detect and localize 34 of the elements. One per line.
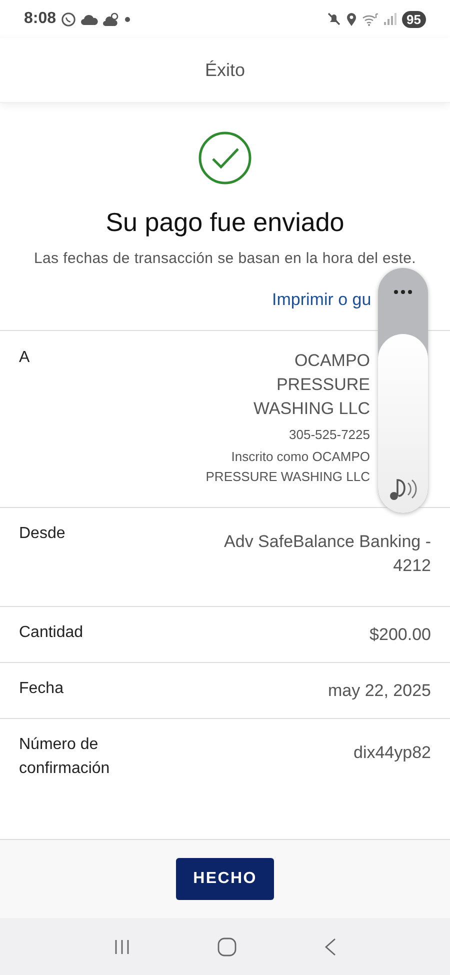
recipient-phone: 305-525-7225 (289, 426, 370, 444)
enrolled-name: Inscrito como OCAMPO PRESSURE WASHING LLC (204, 448, 370, 486)
chat-icon (61, 12, 76, 26)
time-zone-note: Las fechas de transacción se basan en la hora del este. (32, 249, 418, 269)
clock: 8:08 (24, 10, 56, 28)
recipient-name: OCAMPO PRESSURE WASHING LLC (252, 350, 370, 420)
cloud-icon (81, 14, 98, 24)
home-icon[interactable] (217, 936, 237, 956)
dot-icon (125, 16, 130, 22)
field-label: Fecha (19, 679, 64, 699)
field-label: Número de confirmación (19, 735, 111, 779)
confirmation-title: Su pago fue enviado (106, 207, 344, 238)
page-title: Éxito (204, 60, 246, 80)
field-label: Desde (19, 524, 66, 544)
field-value: $200.00 (370, 624, 431, 646)
wifi-icon (362, 12, 379, 26)
print-or-save-link[interactable]: Imprimir o gu (272, 290, 372, 309)
more-icon[interactable] (394, 290, 412, 294)
recent-apps-icon[interactable] (113, 938, 131, 956)
field-label: A (19, 349, 30, 367)
field-value: Adv SafeBalance Banking - 4212 (223, 531, 431, 577)
back-icon[interactable] (323, 936, 337, 956)
battery-level: 95 (402, 10, 426, 28)
field-value: may 22, 2025 (328, 680, 431, 702)
mute-icon (326, 12, 341, 26)
field-value: dix44yp82 (353, 742, 431, 764)
signal-icon (384, 13, 397, 25)
weather-icon (103, 12, 120, 26)
success-check-icon (198, 131, 252, 185)
location-icon (346, 12, 357, 26)
field-label: Cantidad (19, 623, 84, 643)
volume-slider[interactable] (378, 268, 428, 513)
music-note-icon (389, 477, 417, 501)
done-button[interactable]: HECHO (176, 858, 274, 900)
